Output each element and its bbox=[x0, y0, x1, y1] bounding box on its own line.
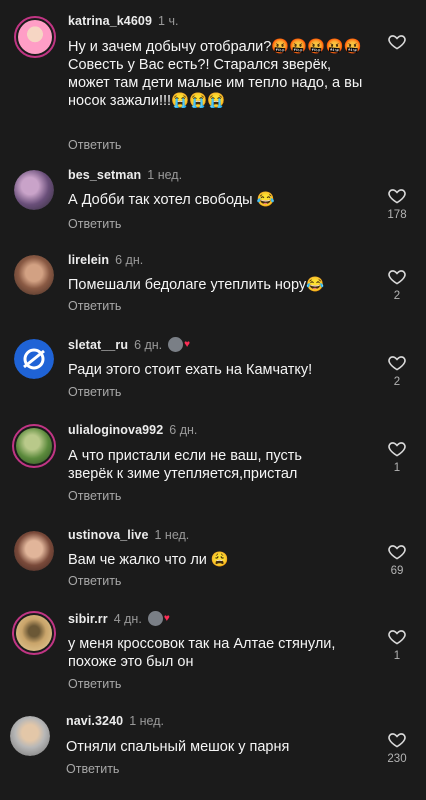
like-control[interactable]: 230 bbox=[380, 730, 414, 765]
like-count: 230 bbox=[387, 753, 407, 765]
creator-avatar bbox=[168, 337, 184, 352]
comment-text: А что пристали если не ваш, пусть зверёк… bbox=[68, 448, 302, 482]
username[interactable]: bes_setman bbox=[68, 168, 141, 182]
timestamp: 1 нед. bbox=[147, 168, 183, 182]
timestamp: 6 дн. bbox=[115, 253, 144, 267]
username[interactable]: katrina_k4609 bbox=[68, 14, 152, 28]
comment-header: navi.3240 1 нед. bbox=[66, 714, 164, 728]
liked-by-creator-badge: ♥ bbox=[168, 337, 190, 352]
comment-text: Ну и зачем добычу отобрали?🤬🤬🤬🤬🤬 Совесть… bbox=[68, 39, 363, 109]
avatar[interactable] bbox=[14, 16, 56, 58]
avatar[interactable] bbox=[14, 170, 54, 210]
username[interactable]: ustinova_live bbox=[68, 528, 149, 542]
like-control[interactable]: 2 bbox=[380, 353, 414, 388]
comment-text: А Добби так хотел свободы 😂 bbox=[68, 192, 275, 208]
username[interactable]: sletat__ru bbox=[68, 338, 128, 352]
avatar[interactable] bbox=[12, 611, 56, 655]
comment-header: katrina_k4609 1 ч. bbox=[68, 14, 178, 28]
comment-text: Ради этого стоит ехать на Камчатку! bbox=[68, 362, 313, 378]
comment-header: ustinova_live 1 нед. bbox=[68, 528, 189, 542]
timestamp: 4 дн. bbox=[113, 611, 142, 626]
like-count: 1 bbox=[393, 650, 401, 662]
reply-button[interactable]: Ответить bbox=[68, 574, 121, 588]
username[interactable]: sibir.rr bbox=[68, 612, 108, 626]
like-control[interactable]: 69 bbox=[380, 542, 414, 577]
timestamp: 6 дн. bbox=[169, 423, 198, 437]
comment-header: sletat__ru 6 дн. ♥ bbox=[68, 337, 190, 352]
avatar[interactable] bbox=[12, 424, 56, 468]
like-control[interactable]: 1 bbox=[380, 627, 414, 662]
like-count: 2 bbox=[393, 376, 401, 388]
like-count: 69 bbox=[390, 565, 404, 577]
username[interactable]: lirelein bbox=[68, 253, 109, 267]
heart-filled-icon: ♥ bbox=[163, 613, 170, 624]
reply-button[interactable]: Ответить bbox=[68, 385, 121, 399]
like-count: 2 bbox=[393, 290, 401, 302]
like-control[interactable]: 1 bbox=[380, 439, 414, 474]
comment-header: sibir.rr 4 дн. ♥ bbox=[68, 611, 170, 626]
reply-button[interactable]: Ответить bbox=[68, 677, 121, 691]
like-count: 178 bbox=[387, 209, 407, 221]
heart-outline-icon[interactable] bbox=[387, 542, 407, 561]
comment-text: Вам че жалко что ли 😩 bbox=[68, 552, 229, 568]
heart-outline-icon[interactable] bbox=[387, 267, 407, 286]
heart-filled-icon: ♥ bbox=[184, 339, 191, 350]
comment-header: bes_setman 1 нед. bbox=[68, 168, 182, 182]
avatar[interactable] bbox=[14, 255, 54, 295]
heart-outline-icon[interactable] bbox=[387, 32, 407, 51]
reply-button[interactable]: Ответить bbox=[68, 138, 121, 152]
heart-outline-icon[interactable] bbox=[387, 186, 407, 205]
comment-header: lirelein 6 дн. bbox=[68, 253, 143, 267]
comment-text: Отняли спальный мешок у парня bbox=[66, 739, 290, 755]
like-count: 1 bbox=[393, 462, 401, 474]
like-control[interactable]: 178 bbox=[380, 186, 414, 221]
heart-outline-icon[interactable] bbox=[387, 439, 407, 458]
timestamp: 1 нед. bbox=[154, 528, 190, 542]
timestamp: 1 нед. bbox=[129, 714, 164, 728]
heart-outline-icon[interactable] bbox=[387, 353, 407, 372]
like-control[interactable]: 2 bbox=[380, 267, 414, 302]
brand-logo-icon bbox=[23, 348, 45, 370]
comment-text: Помешали бедолаге утеплить нору😂 bbox=[68, 277, 325, 293]
username[interactable]: ulialoginova992 bbox=[68, 423, 163, 437]
reply-button[interactable]: Ответить bbox=[68, 217, 121, 231]
username[interactable]: navi.3240 bbox=[66, 714, 123, 728]
comment-text: у меня кроссовок так на Алтае стянули, п… bbox=[68, 636, 336, 670]
like-control[interactable] bbox=[380, 32, 414, 55]
reply-button[interactable]: Ответить bbox=[68, 299, 121, 313]
heart-outline-icon[interactable] bbox=[387, 627, 407, 646]
avatar[interactable] bbox=[10, 716, 50, 756]
comment-header: ulialoginova992 6 дн. bbox=[68, 423, 197, 437]
heart-outline-icon[interactable] bbox=[387, 730, 407, 749]
avatar[interactable] bbox=[14, 531, 54, 571]
reply-button[interactable]: Ответить bbox=[66, 762, 119, 776]
timestamp: 6 дн. bbox=[134, 337, 163, 352]
reply-button[interactable]: Ответить bbox=[68, 489, 121, 503]
avatar[interactable] bbox=[14, 339, 54, 379]
creator-avatar bbox=[147, 611, 163, 626]
liked-by-creator-badge: ♥ bbox=[147, 611, 170, 626]
timestamp: 1 ч. bbox=[158, 14, 179, 28]
